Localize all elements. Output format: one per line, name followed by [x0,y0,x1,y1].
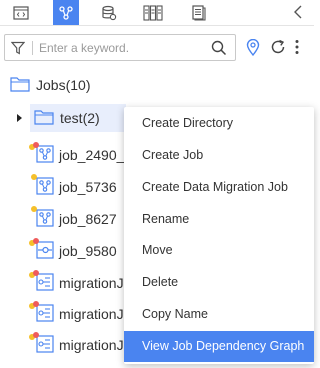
migration-job-icon [36,273,54,294]
table-icon [143,4,163,21]
migration-job-icon [36,335,54,356]
search-row [0,34,314,62]
status-dot-red [33,238,39,244]
search-divider [32,41,33,55]
tree-root-jobs[interactable]: Jobs(10) [0,71,314,99]
tab-resources[interactable] [186,0,212,25]
tab-jobs[interactable] [53,0,79,25]
status-dot-red [33,332,39,338]
tree-folder-label: test(2) [60,110,100,126]
database-icon [102,5,117,20]
tree-job-label: job_5736 [59,179,117,195]
tree-job-label: job_8627 [59,211,117,227]
tree-root-label: Jobs(10) [36,77,91,93]
tree-job-label: migrationJo [59,306,132,322]
menu-rename[interactable]: Rename [124,204,314,235]
tree-job-label: migrationJo [59,337,132,353]
menu-delete[interactable]: Delete [124,267,314,298]
refresh-icon[interactable] [270,39,286,55]
job-icon [36,209,54,230]
menu-create-job[interactable]: Create Job [124,140,314,171]
menu-create-directory[interactable]: Create Directory [124,108,314,139]
job-icon [36,145,54,166]
search-icon[interactable] [211,40,227,56]
more-options-icon[interactable] [294,39,300,55]
toolbar-tabs [0,0,314,26]
folder-icon [10,77,30,92]
tab-datasources[interactable] [96,0,122,25]
menu-create-migration-job[interactable]: Create Data Migration Job [124,172,314,203]
tree-job-label: migrationJo [59,275,132,291]
collapse-panel-button[interactable] [290,3,306,21]
chevron-left-icon [294,5,302,19]
code-icon [13,5,29,20]
status-dot-yellow [31,206,37,212]
folder-icon [34,110,54,125]
search-box [4,34,236,61]
document-icon [192,4,206,21]
tab-scripts[interactable] [8,0,34,25]
status-dot-yellow [31,174,37,180]
menu-view-dependency-graph[interactable]: View Job Dependency Graph [124,331,314,362]
tab-tables[interactable] [140,0,166,25]
migration-job-icon [36,304,54,325]
workflow-icon [59,5,73,20]
context-menu: Create Directory Create Job Create Data Mi… [124,107,314,364]
filter-icon[interactable] [11,41,25,55]
expand-arrow-icon[interactable] [17,114,22,122]
locate-icon[interactable] [246,39,260,56]
menu-move[interactable]: Move [124,235,314,266]
job-icon [36,177,54,198]
search-input[interactable] [39,38,199,57]
menu-copy-name[interactable]: Copy Name [124,299,314,330]
tree-job-label: job_9580 [59,243,117,259]
job-icon [36,241,54,262]
status-dot-red [33,301,39,307]
status-dot-red [33,270,39,276]
tree-job-label: job_2490_ [59,147,125,163]
status-dot-red [33,142,39,148]
